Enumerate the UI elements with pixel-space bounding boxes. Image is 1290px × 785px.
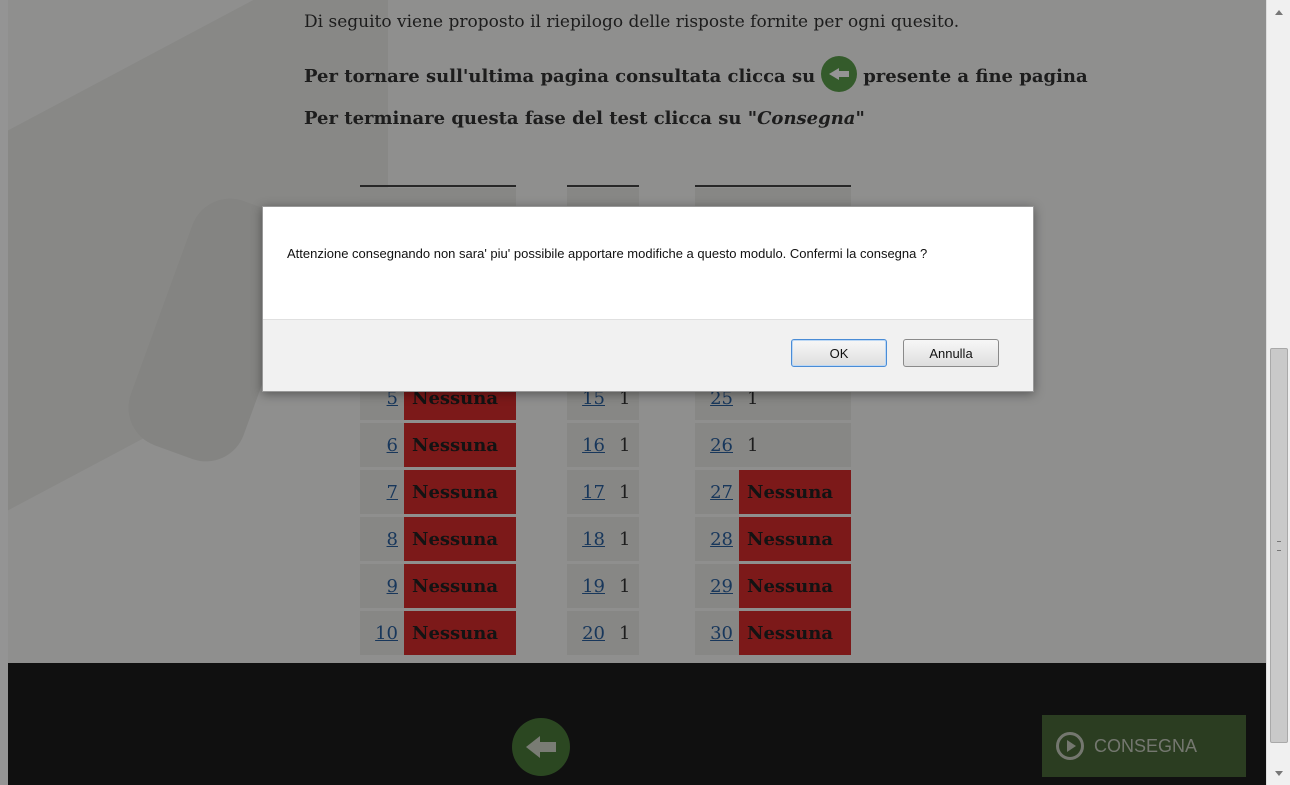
scrollbar-thumb[interactable] <box>1270 348 1288 743</box>
scrollbar-grip-icon <box>1277 541 1281 551</box>
confirm-dialog: Attenzione consegnando non sara' piu' po… <box>262 206 1034 392</box>
dialog-message: Attenzione consegnando non sara' piu' po… <box>287 246 928 261</box>
modal-overlay <box>0 0 1266 785</box>
vertical-scrollbar[interactable] <box>1266 0 1290 785</box>
scroll-down-arrow-icon[interactable] <box>1267 765 1290 785</box>
cancel-button[interactable]: Annulla <box>903 339 999 367</box>
scroll-up-arrow-icon[interactable] <box>1267 0 1290 20</box>
ok-button[interactable]: OK <box>791 339 887 367</box>
dialog-body: Attenzione consegnando non sara' piu' po… <box>263 207 1033 320</box>
